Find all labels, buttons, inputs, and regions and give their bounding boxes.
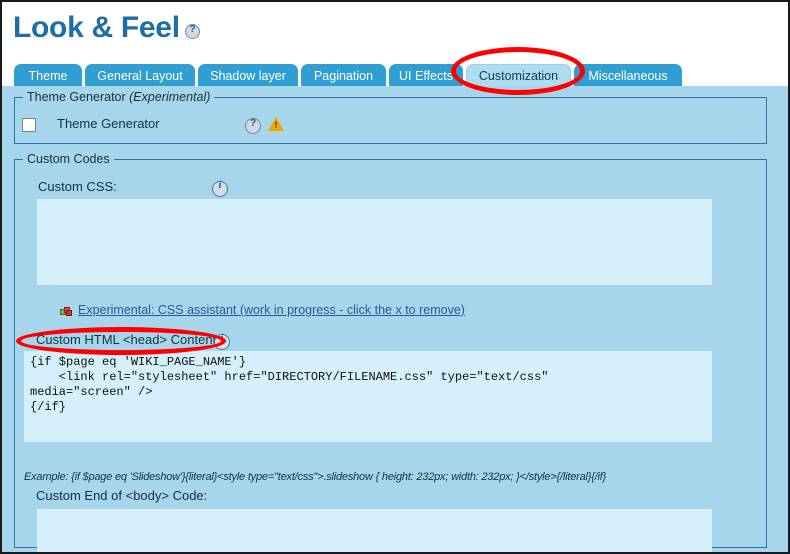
custom-body-label: Custom End of <body> Code: bbox=[36, 488, 207, 503]
tab-customization[interactable]: Customization bbox=[466, 64, 571, 87]
custom-head-example-text: Example: {if $page eq 'Slideshow'}{liter… bbox=[24, 471, 606, 483]
theme-generator-legend-text: Theme Generator bbox=[27, 90, 129, 104]
warning-icon bbox=[268, 117, 284, 132]
page-header: Look & Feel bbox=[2, 2, 788, 56]
tab-pagination[interactable]: Pagination bbox=[301, 64, 386, 87]
custom-head-input[interactable] bbox=[24, 351, 712, 442]
info-icon[interactable] bbox=[214, 334, 230, 350]
help-icon[interactable] bbox=[245, 118, 261, 134]
tab-ui-effects[interactable]: UI Effects bbox=[389, 64, 463, 87]
css-assistant-link[interactable]: Experimental: CSS assistant (work in pro… bbox=[78, 303, 465, 317]
custom-codes-legend: Custom Codes bbox=[23, 152, 114, 166]
help-icon[interactable] bbox=[185, 24, 200, 39]
tab-general-layout[interactable]: General Layout bbox=[85, 64, 195, 87]
tab-miscellaneous[interactable]: Miscellaneous bbox=[574, 64, 682, 87]
css-assistant-icon bbox=[60, 304, 73, 317]
custom-css-input[interactable] bbox=[37, 199, 712, 285]
theme-generator-checkbox[interactable] bbox=[22, 118, 36, 132]
info-icon[interactable] bbox=[212, 181, 228, 197]
theme-generator-checkbox-label: Theme Generator bbox=[57, 116, 160, 131]
page-title: Look & Feel bbox=[13, 11, 180, 45]
tab-bar: Theme General Layout Shadow layer Pagina… bbox=[2, 55, 788, 87]
tab-theme[interactable]: Theme bbox=[14, 64, 82, 87]
tab-shadow-layer[interactable]: Shadow layer bbox=[198, 64, 298, 87]
custom-css-label: Custom CSS: bbox=[38, 179, 117, 194]
theme-generator-legend: Theme Generator (Experimental) bbox=[23, 90, 214, 104]
application-window: Look & Feel Theme General Layout Shadow … bbox=[0, 0, 790, 554]
theme-generator-legend-experimental: (Experimental) bbox=[129, 90, 210, 104]
custom-head-label: Custom HTML <head> Content: bbox=[36, 332, 220, 347]
custom-body-input[interactable] bbox=[37, 509, 712, 554]
settings-panel: Theme Generator (Experimental) Theme Gen… bbox=[2, 86, 788, 552]
